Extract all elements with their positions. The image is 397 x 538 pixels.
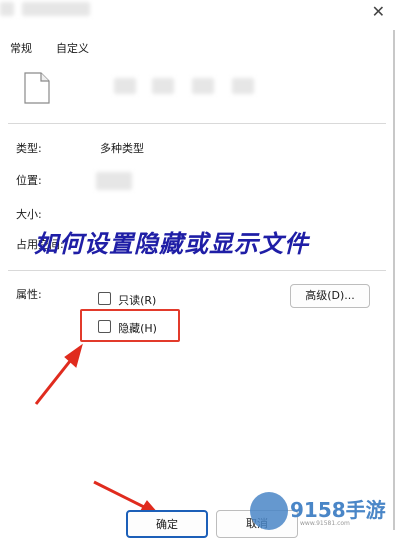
arrow-icon bbox=[34, 343, 83, 405]
file-icon bbox=[24, 72, 50, 108]
name-blur bbox=[232, 78, 254, 94]
ok-button[interactable]: 确定 bbox=[126, 510, 208, 538]
attr-label: 属性: bbox=[16, 288, 42, 301]
readonly-checkbox-row[interactable]: 只读(R) bbox=[98, 290, 156, 309]
location-label: 位置: bbox=[16, 174, 42, 187]
hidden-checkbox[interactable] bbox=[98, 320, 111, 333]
location-blur bbox=[96, 172, 132, 190]
type-value: 多种类型 bbox=[100, 142, 144, 155]
tab-custom[interactable]: 自定义 bbox=[56, 40, 89, 56]
overlay-title: 如何设置隐藏或显示文件 bbox=[34, 229, 309, 258]
watermark-brand: 9158手游 bbox=[290, 498, 386, 522]
scrollbar[interactable] bbox=[393, 30, 395, 530]
divider bbox=[8, 123, 386, 124]
hidden-checkbox-row[interactable]: 隐藏(H) bbox=[98, 318, 157, 337]
hidden-label: 隐藏(H) bbox=[118, 322, 157, 335]
close-icon[interactable]: ✕ bbox=[372, 2, 385, 21]
divider bbox=[8, 270, 386, 271]
title-blur bbox=[0, 2, 14, 16]
advanced-button[interactable]: 高级(D)... bbox=[290, 284, 370, 308]
name-blur bbox=[192, 78, 214, 94]
name-blur bbox=[152, 78, 174, 94]
readonly-label: 只读(R) bbox=[118, 294, 157, 307]
title-blur bbox=[22, 2, 90, 16]
watermark-url: www.91581.com bbox=[300, 520, 350, 527]
readonly-checkbox[interactable] bbox=[98, 292, 111, 305]
tab-general[interactable]: 常规 bbox=[10, 40, 32, 56]
type-label: 类型: bbox=[16, 142, 42, 155]
size-label: 大小: bbox=[16, 208, 42, 221]
watermark-logo-icon bbox=[250, 492, 288, 530]
name-blur bbox=[114, 78, 136, 94]
